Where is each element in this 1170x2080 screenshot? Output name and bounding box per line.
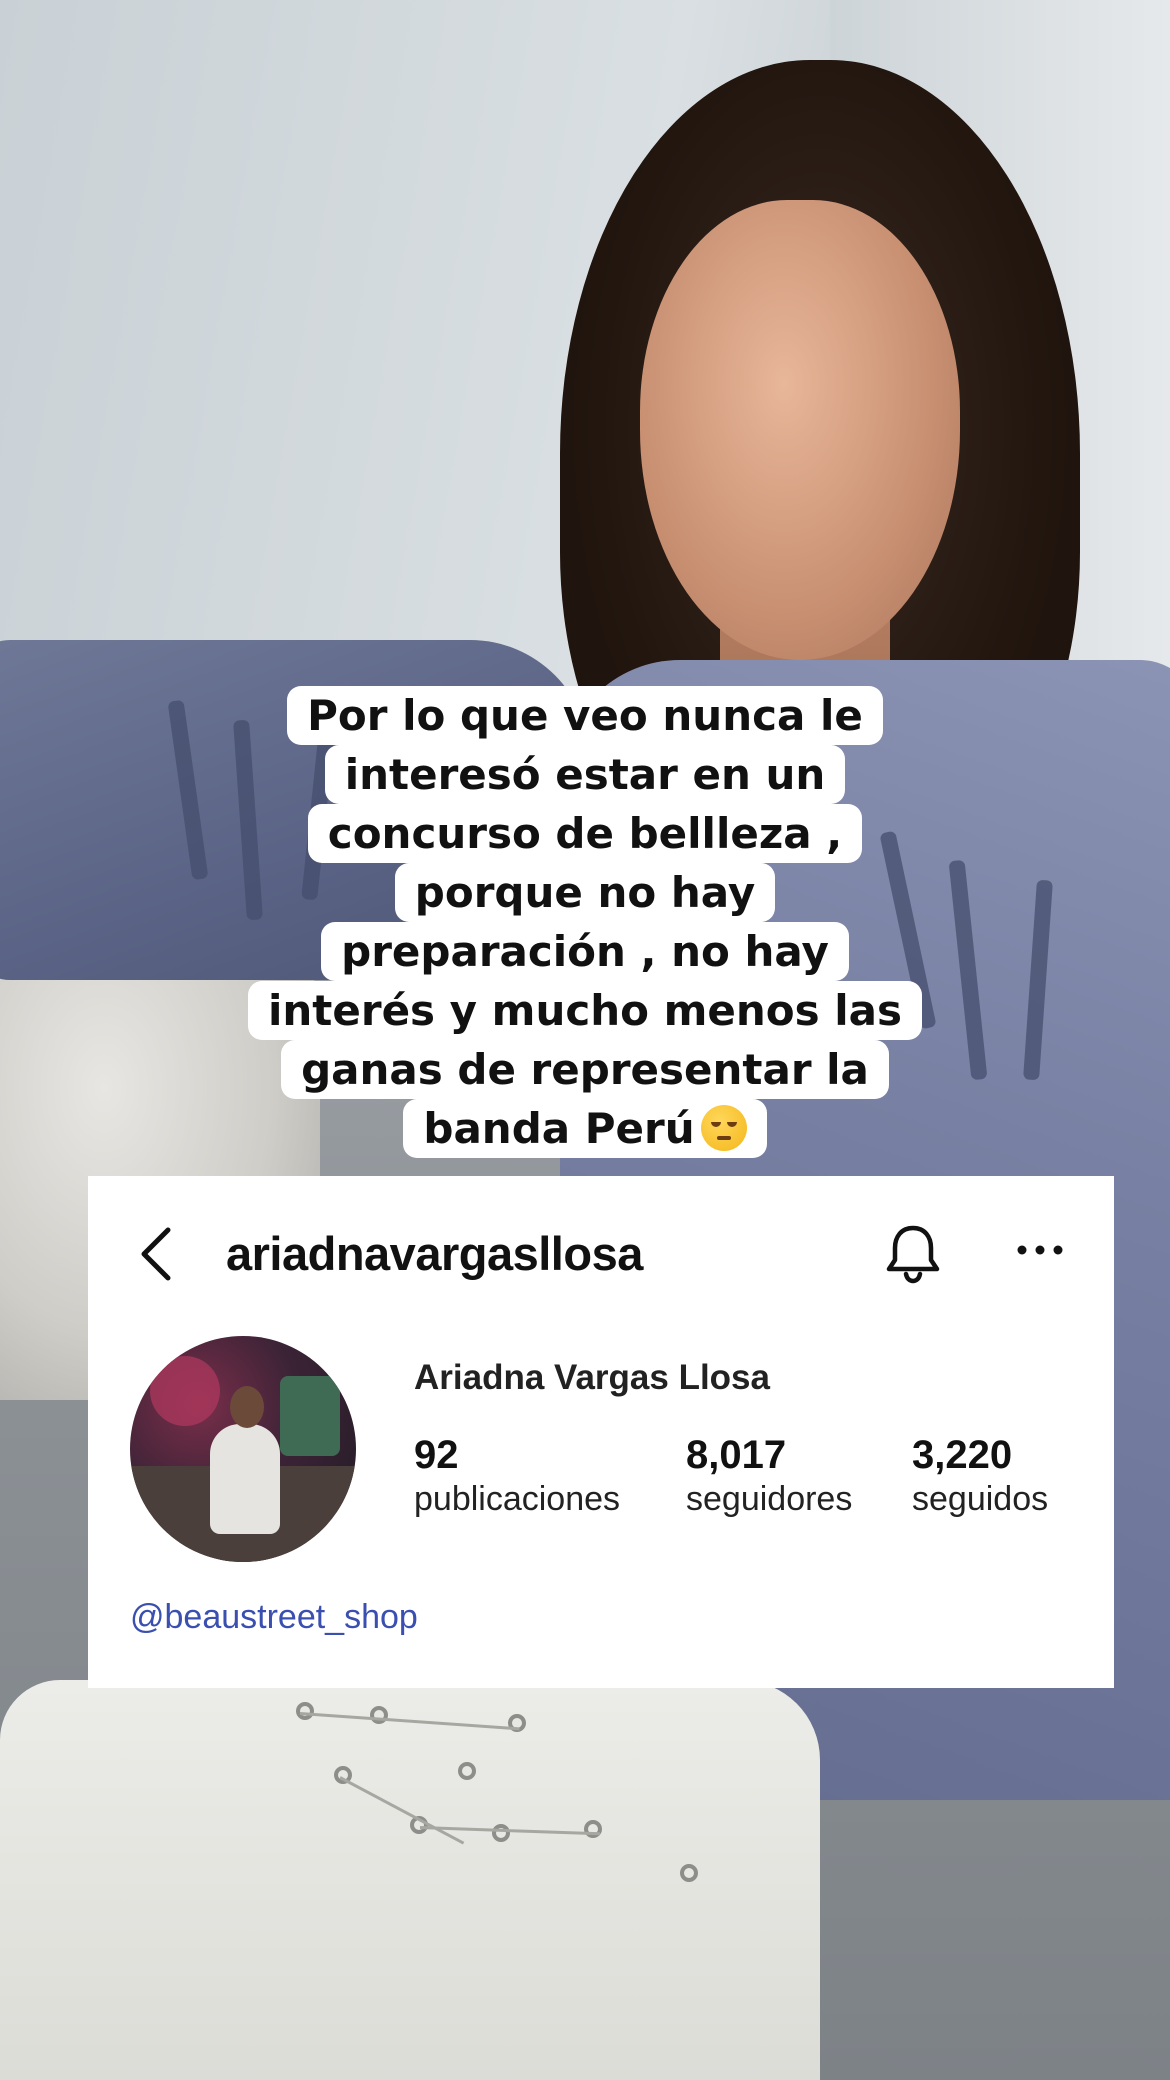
stat-label: seguidores [686,1480,853,1518]
stat-posts[interactable]: 92 publicaciones [414,1432,620,1520]
caption-overlay: Por lo que veo nunca le interesó estar e… [0,686,1170,1158]
caption-line: porque no hay [394,863,776,922]
caption-line: Por lo que veo nunca le [287,686,883,745]
bell-icon[interactable] [884,1222,942,1284]
profile-card: ariadnavargasllosa Ariadna Vargas Llosa … [88,1176,1114,1688]
caption-line: preparación , no hay [321,922,849,981]
caption-line: interés y mucho menos las [248,981,922,1040]
profile-link[interactable]: @beaustreet_shop [130,1598,418,1637]
stat-value: 3,220 [912,1433,1013,1477]
caption-line: ganas de representar la [281,1040,889,1099]
stat-label: seguidos [912,1480,1049,1518]
stat-following[interactable]: 3,220 seguidos [912,1432,1048,1520]
avatar[interactable] [130,1336,356,1562]
caption-line-last: banda Perú [403,1099,767,1158]
stat-followers[interactable]: 8,017 seguidores [686,1432,852,1520]
back-icon[interactable] [138,1226,174,1282]
stat-value: 8,017 [686,1433,787,1477]
profile-full-name: Ariadna Vargas Llosa [414,1358,770,1397]
stat-value: 92 [414,1433,459,1477]
pleading-face-emoji-icon [700,1105,747,1151]
caption-line: interesó estar en un [324,745,846,804]
stat-label: publicaciones [414,1480,621,1518]
more-icon[interactable] [1016,1238,1064,1262]
caption-line: concurso de bellleza , [307,804,863,863]
caption-text: banda Perú [423,1104,695,1153]
profile-username: ariadnavargasllosa [226,1227,643,1280]
